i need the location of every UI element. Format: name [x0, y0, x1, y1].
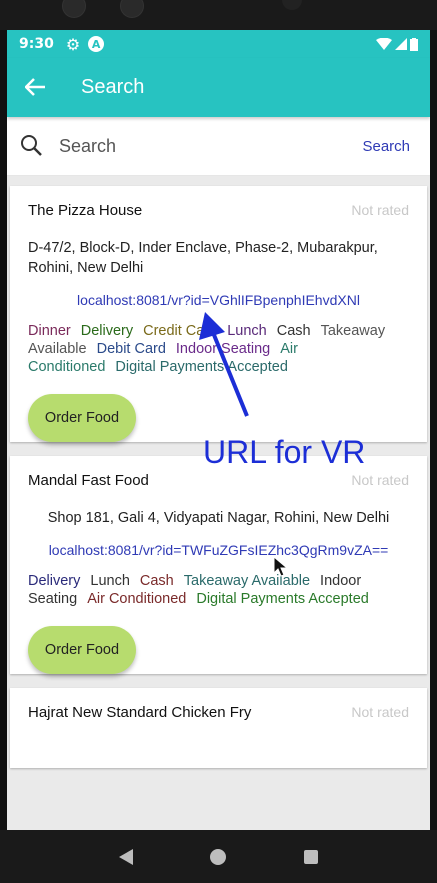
phone-screen: 9:30 ⚙ A Search Search The Pizza House N… [7, 30, 430, 830]
restaurant-name: Hajrat New Standard Chicken Fry [28, 703, 252, 721]
status-icons [376, 37, 418, 51]
tag: Takeaway Available [183, 573, 311, 589]
status-time: 9:30 [19, 36, 54, 52]
phone-bezel-top [0, 0, 437, 30]
restaurant-name: The Pizza House [28, 201, 143, 219]
rating-label: Not rated [351, 202, 409, 218]
search-bar: Search [7, 117, 430, 176]
tag: Delivery [28, 573, 81, 589]
camera-icon [62, 0, 86, 18]
restaurant-card[interactable]: Mandal Fast Food Not rated Shop 181, Gal… [10, 456, 427, 674]
restaurant-address: Shop 181, Gali 4, Vidyapati Nagar, Rohin… [47, 510, 390, 526]
tag: Indoor Seating [175, 341, 271, 357]
speaker-notch [282, 0, 302, 10]
notification-icon: A [88, 36, 105, 52]
nav-back-icon[interactable] [118, 848, 133, 865]
search-input[interactable] [57, 134, 363, 158]
tag-list: Delivery Lunch Cash Takeaway Available Indoo… [28, 572, 409, 608]
app-bar: Search [7, 58, 430, 117]
rating-label: Not rated [351, 704, 409, 720]
system-nav-bar [0, 830, 437, 883]
wifi-icon [376, 38, 392, 50]
signal-icon [395, 38, 407, 50]
nav-recents-icon[interactable] [304, 849, 319, 864]
nav-home-icon[interactable] [210, 848, 227, 865]
page-title: Search [81, 76, 145, 98]
sensor-icon [120, 0, 144, 18]
mouse-cursor-icon [273, 556, 289, 577]
tag: Credit Card [143, 323, 218, 339]
search-button[interactable]: Search [362, 138, 410, 155]
restaurant-address: D-47/2, Block-D, Inder Enclave, Phase-2,… [28, 240, 378, 276]
status-bar: 9:30 ⚙ A [7, 30, 430, 58]
battery-icon [410, 37, 418, 51]
tag: Cash [276, 323, 311, 339]
vr-url-link[interactable]: localhost:8081/vr?id=TWFuZGFsIEZhc3QgRm9… [28, 542, 409, 558]
annotation-label: URL for VR [203, 434, 366, 470]
tag: Delivery [80, 323, 134, 339]
restaurant-card[interactable]: The Pizza House Not rated D-47/2, Block-… [10, 186, 427, 442]
search-icon [19, 133, 45, 159]
tag: Cash [139, 573, 174, 589]
tag: Lunch [227, 323, 267, 339]
rating-label: Not rated [351, 472, 409, 488]
tag: Lunch [90, 573, 130, 589]
tag: Digital Payments Accepted [115, 359, 288, 375]
gear-icon: ⚙ [65, 34, 81, 54]
card-header: The Pizza House Not rated [28, 196, 409, 224]
vr-url-link[interactable]: localhost:8081/vr?id=VGhlIFBpenphIEhvdXN… [28, 292, 409, 308]
back-arrow-icon[interactable] [24, 74, 65, 102]
order-food-button[interactable]: Order Food [28, 626, 136, 674]
restaurant-card[interactable]: Hajrat New Standard Chicken Fry Not rate… [10, 688, 427, 768]
tag: Digital Payments Accepted [196, 591, 369, 607]
tag: Air Conditioned [87, 591, 187, 607]
order-food-button[interactable]: Order Food [28, 394, 136, 442]
card-header: Hajrat New Standard Chicken Fry Not rate… [28, 698, 409, 726]
tag: Debit Card [96, 341, 166, 357]
tag-list: Dinner Delivery Credit Card Lunch Cash Takeaw… [28, 322, 409, 376]
tag: Dinner [28, 323, 71, 339]
restaurant-list: The Pizza House Not rated D-47/2, Block-… [7, 176, 430, 830]
restaurant-name: Mandal Fast Food [28, 471, 149, 489]
